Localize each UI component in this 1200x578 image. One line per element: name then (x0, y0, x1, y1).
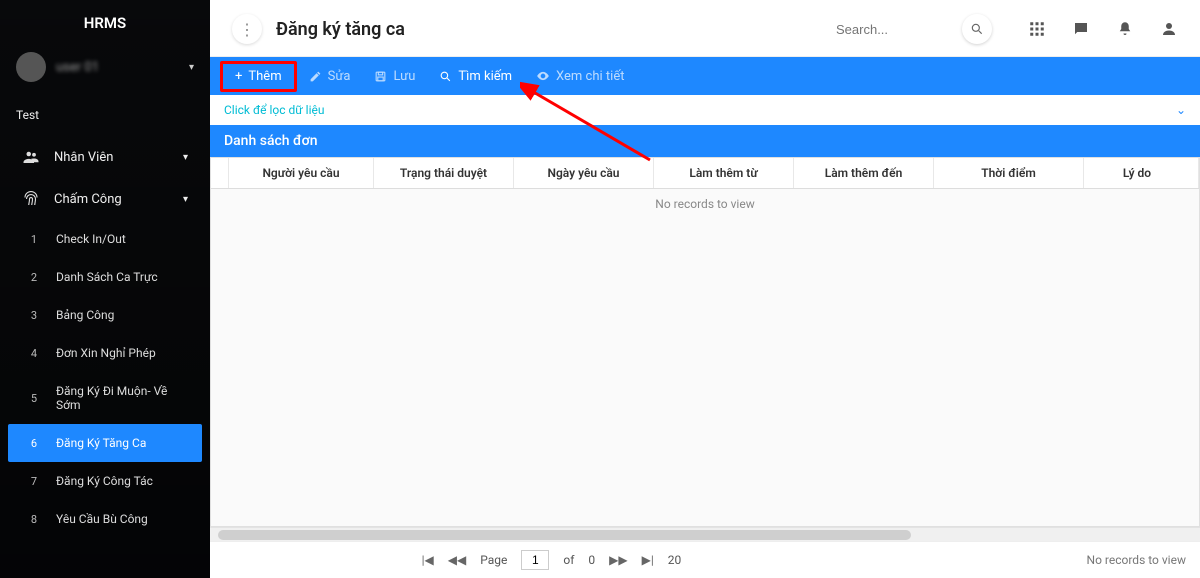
horizontal-scrollbar[interactable] (210, 527, 1200, 541)
data-grid: Người yêu cầu Trạng thái duyệt Ngày yêu … (210, 157, 1200, 527)
last-page-icon[interactable]: ▶| (642, 553, 654, 567)
app-brand: HRMS (0, 0, 210, 42)
search-action-button[interactable]: Tìm kiếm (427, 61, 524, 92)
people-icon (22, 148, 40, 166)
save-icon (374, 70, 387, 83)
chat-icon[interactable] (1072, 20, 1090, 38)
page-title: Đăng ký tăng ca (276, 19, 405, 40)
sidebar-item-tangca[interactable]: 6Đăng Ký Tăng Ca (8, 424, 202, 462)
search-button[interactable] (962, 14, 992, 44)
user-menu[interactable]: user 01 ▾ (0, 42, 210, 100)
sidebar-item-dimuon[interactable]: 5Đăng Ký Đi Muộn- Về Sớm (0, 372, 210, 424)
caret-down-icon: ▾ (183, 194, 188, 205)
sidebar-item-checkinout[interactable]: 1Check In/Out (0, 220, 210, 258)
fingerprint-icon (22, 190, 40, 208)
grid-col-requester[interactable]: Người yêu cầu (229, 158, 374, 188)
topbar: ⋮ Đăng ký tăng ca (210, 0, 1200, 57)
person-icon[interactable] (1160, 20, 1178, 38)
sidebar-item-congtac[interactable]: 7Đăng Ký Công Tác (0, 462, 210, 500)
sidebar-item-bucong[interactable]: 8Yêu Cầu Bù Công (0, 500, 210, 538)
sidebar-group-label: Nhân Viên (54, 150, 113, 165)
page-label: Page (480, 553, 507, 567)
edit-button[interactable]: Sửa (297, 61, 363, 92)
scrollbar-thumb[interactable] (218, 530, 911, 540)
grid-col-from[interactable]: Làm thêm từ (654, 158, 794, 188)
apps-icon[interactable] (1028, 20, 1046, 38)
prev-page-icon[interactable]: ◀◀ (448, 553, 466, 567)
plus-icon: + (235, 69, 242, 84)
sidebar-item-nghiphep[interactable]: 4Đơn Xin Nghỉ Phép (0, 334, 210, 372)
grid-col-time[interactable]: Thời điểm (934, 158, 1084, 188)
search-box (836, 14, 992, 44)
grid-header-row: Người yêu cầu Trạng thái duyệt Ngày yêu … (211, 158, 1199, 189)
bell-icon[interactable] (1116, 20, 1134, 38)
of-label: of (563, 553, 574, 567)
filter-toggle[interactable]: Click để lọc dữ liệu ⌄ (210, 95, 1200, 125)
eye-icon (536, 69, 550, 83)
total-pages: 0 (588, 553, 595, 567)
grid-col-reason[interactable]: Lý do (1084, 158, 1199, 188)
sidebar-item-catruc[interactable]: 2Danh Sách Ca Trực (0, 258, 210, 296)
top-icons (1028, 20, 1178, 38)
filter-label: Click để lọc dữ liệu (224, 103, 325, 117)
search-icon (970, 22, 984, 36)
first-page-icon[interactable]: |◀ (422, 553, 434, 567)
grid-col-reqdate[interactable]: Ngày yêu cầu (514, 158, 654, 188)
caret-down-icon: ▾ (183, 152, 188, 163)
search-input[interactable] (836, 22, 956, 37)
action-toolbar: + Thêm Sửa Lưu Tìm kiếm Xem chi tiết (210, 57, 1200, 95)
grid-col-to[interactable]: Làm thêm đến (794, 158, 934, 188)
pager-status: No records to view (1087, 553, 1186, 567)
section-header: Danh sách đơn (210, 125, 1200, 157)
save-button[interactable]: Lưu (362, 61, 427, 92)
caret-down-icon: ▾ (189, 62, 194, 73)
avatar (16, 52, 46, 82)
page-size[interactable]: 20 (668, 553, 682, 567)
pencil-icon (309, 70, 322, 83)
sidebar-item-bangcong[interactable]: 3Bảng Công (0, 296, 210, 334)
search-icon (439, 70, 452, 83)
page-input[interactable] (521, 550, 549, 570)
detail-button[interactable]: Xem chi tiết (524, 61, 636, 92)
grid-empty-message: No records to view (211, 189, 1199, 526)
more-menu-button[interactable]: ⋮ (232, 14, 262, 44)
main-content: ⋮ Đăng ký tăng ca + Thêm (210, 0, 1200, 578)
sidebar: HRMS user 01 ▾ Test Nhân Viên ▾ Chấm Côn… (0, 0, 210, 578)
chevron-down-icon: ⌄ (1176, 103, 1186, 117)
next-page-icon[interactable]: ▶▶ (609, 553, 627, 567)
grid-col-checkbox[interactable] (211, 158, 229, 188)
grid-col-status[interactable]: Trạng thái duyệt (374, 158, 514, 188)
sidebar-group-nhanvien[interactable]: Nhân Viên ▾ (0, 136, 210, 178)
add-button[interactable]: + Thêm (220, 61, 297, 92)
user-name: user 01 (56, 60, 179, 75)
sidebar-section-label: Test (0, 100, 210, 136)
sidebar-submenu: 1Check In/Out 2Danh Sách Ca Trực 3Bảng C… (0, 220, 210, 538)
sidebar-group-chamcong[interactable]: Chấm Công ▾ (0, 178, 210, 220)
pager: |◀ ◀◀ Page of 0 ▶▶ ▶| 20 No records to v… (210, 541, 1200, 578)
sidebar-group-label: Chấm Công (54, 192, 122, 207)
